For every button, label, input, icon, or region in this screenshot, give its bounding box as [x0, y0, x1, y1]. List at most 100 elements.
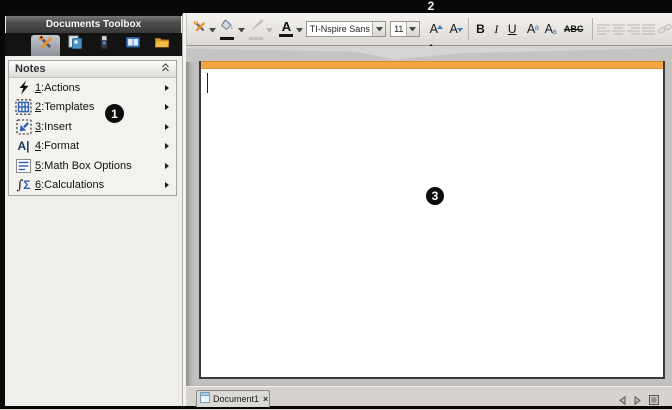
increase-font-size-button[interactable]: A	[426, 22, 442, 36]
italic-button[interactable]: I	[488, 22, 504, 37]
highlight-dropdown-caret[interactable]	[266, 28, 273, 32]
toolbar-separator	[592, 18, 593, 40]
tools-icon	[193, 20, 207, 39]
folder-icon	[154, 34, 170, 55]
text-cursor	[207, 73, 208, 93]
font-size-dropdown-button[interactable]	[406, 22, 419, 36]
page-sorter-icon	[67, 34, 83, 55]
submenu-arrow-icon	[165, 143, 169, 149]
tab-document-tools[interactable]	[31, 35, 60, 56]
font-size-value: 11	[391, 24, 406, 34]
menu-item-label: 6:Calculations	[35, 179, 104, 191]
workspace-sheen	[186, 46, 672, 62]
menu-item-format[interactable]: A| 4:Format	[9, 137, 176, 157]
callout-2-label: 2	[422, 0, 440, 13]
calculations-icon: ∫Σ	[12, 178, 35, 193]
next-tab-icon[interactable]	[634, 392, 641, 410]
document-workspace	[186, 46, 672, 386]
document-tab[interactable]: Document1 ×	[196, 390, 270, 407]
chevron-down-icon	[409, 27, 416, 31]
tools-icon	[38, 35, 54, 56]
text-color-a-glyph: A	[282, 21, 291, 33]
menu-item-label: 4:Format	[35, 140, 79, 152]
tab-handheld[interactable]	[89, 33, 118, 56]
submenu-arrow-icon	[165, 104, 169, 110]
tab-page-sorter[interactable]	[60, 33, 89, 56]
notes-panel-header[interactable]: Notes	[9, 61, 176, 78]
tab-close-button[interactable]: ×	[263, 395, 268, 404]
chevron-down-icon	[376, 27, 383, 31]
menu-item-label: 1:Actions	[35, 82, 80, 94]
toolbar-separator	[468, 18, 469, 40]
notes-page[interactable]	[199, 61, 665, 379]
paint-bucket-icon	[220, 18, 235, 36]
tab-utilities[interactable]	[147, 33, 176, 56]
callout-1-number: 1	[111, 107, 118, 121]
align-left-button[interactable]	[597, 24, 612, 35]
tab-content-explorer[interactable]	[118, 33, 147, 56]
font-family-dropdown-button[interactable]	[372, 22, 385, 36]
callout-1-badge: 1	[105, 104, 124, 123]
format-icon: A|	[12, 139, 35, 153]
menu-item-label: 2:Templates	[35, 101, 94, 113]
triangle-up-icon	[437, 25, 443, 29]
brush-icon	[249, 18, 264, 36]
text-color-button[interactable]: A	[279, 21, 294, 37]
document-tools-button[interactable]	[193, 20, 207, 39]
content-explorer-icon	[125, 34, 141, 55]
submenu-arrow-icon	[165, 124, 169, 130]
superscript-button[interactable]: A a	[522, 22, 540, 36]
text-color-dropdown-caret[interactable]	[296, 28, 303, 32]
templates-grid-icon	[12, 99, 35, 115]
align-justify-button[interactable]	[641, 24, 656, 35]
lightning-icon	[12, 80, 35, 95]
fill-color-dropdown-caret[interactable]	[238, 28, 245, 32]
fill-color-button[interactable]	[220, 18, 235, 40]
formatting-toolbar: A TI-Nspire Sans 11 A A B I U A a A a AB…	[186, 13, 672, 46]
underline-button[interactable]: U	[504, 22, 520, 36]
submenu-arrow-icon	[165, 85, 169, 91]
strikethrough-button[interactable]: ABC	[562, 24, 586, 34]
handheld-icon	[96, 34, 112, 55]
document-tab-label: Document1	[213, 394, 259, 404]
insert-link-button[interactable]	[658, 23, 672, 35]
menu-item-actions[interactable]: 1:Actions	[9, 78, 176, 98]
top-window-bar	[0, 0, 672, 13]
menu-item-templates[interactable]: 2:Templates	[9, 98, 176, 118]
font-size-select[interactable]: 11	[390, 21, 420, 37]
insert-icon	[12, 119, 35, 135]
documents-toolbox-title: Documents Toolbox	[6, 16, 181, 33]
math-box-icon	[12, 159, 35, 173]
align-center-button[interactable]	[611, 24, 626, 35]
callout-3-badge: 3	[426, 187, 444, 205]
bold-button[interactable]: B	[473, 22, 489, 36]
menu-item-insert[interactable]: 3:Insert	[9, 117, 176, 137]
align-right-button[interactable]	[626, 24, 641, 35]
callout-3-number: 3	[432, 189, 439, 203]
submenu-arrow-icon	[165, 182, 169, 188]
font-family-select[interactable]: TI-Nspire Sans	[306, 21, 386, 37]
menu-item-math-box-options[interactable]: 5:Math Box Options	[9, 156, 176, 176]
menu-item-label: 5:Math Box Options	[35, 160, 132, 172]
notes-menu-panel: Notes 1:Actions 2:Template	[8, 60, 177, 196]
document-icon	[200, 390, 210, 408]
subscript-button[interactable]: A a	[540, 22, 558, 36]
fill-color-indicator	[220, 37, 234, 40]
collapse-chevrons-icon[interactable]	[161, 63, 170, 75]
menu-item-label: 3:Insert	[35, 121, 72, 133]
prev-tab-icon[interactable]	[619, 392, 626, 410]
notes-panel-title: Notes	[15, 63, 46, 75]
subscript-mark-glyph: a	[552, 27, 556, 36]
decrease-font-size-button[interactable]: A	[446, 22, 462, 36]
page-list-icon[interactable]	[649, 392, 659, 410]
text-color-indicator	[279, 34, 293, 37]
document-tab-bar: Document1 ×	[186, 386, 672, 406]
highlight-color-button[interactable]	[249, 18, 264, 40]
submenu-arrow-icon	[165, 163, 169, 169]
menu-item-calculations[interactable]: ∫Σ 6:Calculations	[9, 176, 176, 196]
tools-dropdown-caret[interactable]	[209, 28, 216, 32]
toolbox-tab-strip	[5, 33, 182, 56]
page-header-accent	[201, 61, 663, 69]
highlight-color-indicator	[249, 37, 263, 40]
triangle-down-icon	[457, 28, 463, 32]
